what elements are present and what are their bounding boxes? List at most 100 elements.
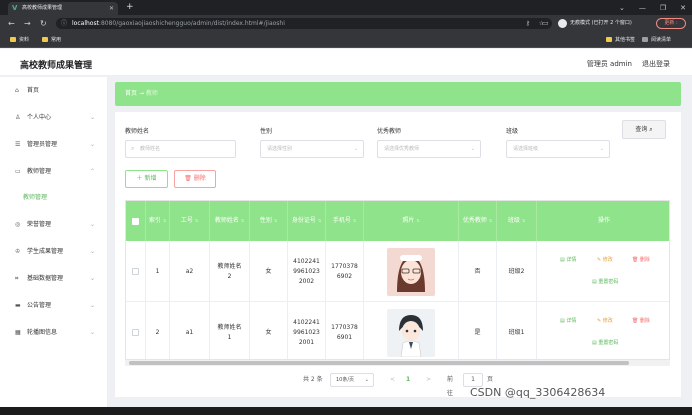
- incognito-icon: [558, 19, 567, 28]
- window-controls: ⌄ — ❐ ✕: [619, 0, 686, 15]
- cell-id-card: 4102241 9961023 2002: [288, 241, 326, 302]
- table-horizontal-scrollbar[interactable]: [125, 360, 670, 366]
- cell-job-no: a1: [170, 302, 210, 359]
- sidebar-item-carousel[interactable]: ▦ 轮播图信息 ⌄: [0, 319, 107, 346]
- sort-icon: ⇅: [162, 218, 167, 223]
- forward-icon[interactable]: →: [24, 18, 31, 29]
- restore-icon[interactable]: ❐: [660, 4, 666, 12]
- folder-icon: [606, 37, 612, 42]
- sidebar-item-personal[interactable]: ♙ 个人中心 ⌄: [0, 104, 107, 131]
- col-header-index[interactable]: 索引 ⇅: [146, 201, 170, 241]
- batch-delete-button[interactable]: 🗑 删除: [174, 170, 216, 188]
- col-header-name[interactable]: 教师姓名 ⇅: [210, 201, 250, 241]
- incognito-indicator[interactable]: 无痕模式 (已打开 2 个窗口): [558, 18, 632, 29]
- goto-page-input[interactable]: 1: [463, 373, 483, 387]
- teacher-photo[interactable]: [387, 308, 435, 357]
- teacher-photo[interactable]: [387, 247, 435, 296]
- row-select-cell: [126, 302, 146, 359]
- sidebar-item-teacher[interactable]: ▭ 教师管理 ⌃: [0, 158, 107, 185]
- teacher-table: 索引 ⇅ 工号 ⇅ 教师姓名 ⇅ 性别 ⇅ 身份证号 ⇅ 手机号 ⇅ 照片 ⇅ 优秀教师 ⇅ 班…: [125, 200, 670, 360]
- close-window-icon[interactable]: ✕: [680, 4, 686, 12]
- chevron-down-icon: ⌄: [89, 329, 95, 336]
- col-header-excellent[interactable]: 优秀教师 ⇅: [459, 201, 497, 241]
- col-header-class[interactable]: 班级 ⇅: [497, 201, 537, 241]
- query-button[interactable]: 查询 ⌕: [622, 120, 666, 139]
- logout-link[interactable]: 退出登录: [642, 59, 670, 69]
- select-all-checkbox[interactable]: [132, 217, 139, 225]
- bookmark-folder[interactable]: 常用: [42, 35, 61, 45]
- extensions-icon[interactable]: ▭: [542, 18, 549, 29]
- address-bar[interactable]: ⓘ localhost:8080/gaoxiaojiaoshichengguo/…: [56, 18, 552, 29]
- row-checkbox[interactable]: [132, 329, 139, 336]
- page-number-current[interactable]: 1: [406, 373, 410, 387]
- col-header-id-card[interactable]: 身份证号 ⇅: [288, 201, 326, 241]
- scrollbar-thumb[interactable]: [129, 361, 629, 365]
- edit-button[interactable]: ✎ 修改: [597, 317, 613, 324]
- cell-name: 教师姓名 1: [210, 302, 250, 359]
- row-select-cell: [126, 241, 146, 302]
- sidebar-subitem-teacher-management[interactable]: 教师管理: [0, 185, 107, 211]
- tab-search-icon[interactable]: ⌄: [619, 4, 625, 12]
- sidebar-item-student-achievement[interactable]: ♔ 学生成果管理 ⌄: [0, 238, 107, 265]
- reload-icon[interactable]: ↻: [40, 18, 47, 29]
- trophy-icon: ♔: [15, 248, 21, 255]
- chevron-down-icon: ⌄: [599, 146, 604, 152]
- col-header-gender[interactable]: 性别 ⇅: [250, 201, 288, 241]
- sliders-icon: ☰: [15, 141, 21, 148]
- bookmark-folder[interactable]: 资料: [10, 35, 29, 45]
- col-header-photo[interactable]: 照片 ⇅: [364, 201, 459, 241]
- detail-button[interactable]: ▤ 详情: [560, 256, 576, 263]
- reset-password-button[interactable]: ▤ 重置密码: [592, 278, 618, 285]
- sidebar-item-basic-data[interactable]: ⌗ 基础数据管理 ⌄: [0, 265, 107, 292]
- class-select[interactable]: 请选择班级 ⌄: [506, 140, 610, 158]
- sidebar-item-notice[interactable]: ▬ 公告管理 ⌄: [0, 292, 107, 319]
- site-info-icon[interactable]: ⓘ: [61, 18, 67, 29]
- reset-password-button[interactable]: ▤ 重置密码: [592, 339, 618, 346]
- sort-icon: ⇅: [521, 218, 526, 223]
- col-header-job-no[interactable]: 工号 ⇅: [170, 201, 210, 241]
- content-panel: 教师姓名 ⌕ 教师姓名 性别 请选择性别 ⌄ 优秀教师 请选择优秀教师 ⌄ 班级…: [115, 112, 681, 397]
- back-icon[interactable]: ←: [8, 18, 15, 29]
- delete-button[interactable]: 🗑 删除: [632, 317, 650, 324]
- breadcrumb-home[interactable]: 首页: [125, 90, 137, 97]
- delete-button[interactable]: 🗑 删除: [632, 256, 650, 263]
- reading-list-icon: [642, 37, 648, 42]
- update-button[interactable]: 更新 :: [656, 18, 686, 29]
- sort-icon: ⇅: [273, 218, 278, 223]
- sort-icon: ⇅: [416, 218, 420, 223]
- page-size-select[interactable]: 10条/页 ⌄: [330, 373, 374, 387]
- teacher-name-input[interactable]: ⌕ 教师姓名: [125, 140, 236, 158]
- prev-page-button[interactable]: <: [390, 373, 395, 387]
- edit-button[interactable]: ✎ 修改: [597, 256, 613, 263]
- chevron-down-icon: ⌄: [89, 302, 95, 309]
- chevron-down-icon: ⌄: [89, 141, 95, 148]
- new-tab-button[interactable]: +: [126, 1, 134, 13]
- medal-icon: ◎: [15, 221, 21, 228]
- tab-close-icon[interactable]: ✕: [109, 2, 114, 15]
- excellent-teacher-select[interactable]: 请选择优秀教师 ⌄: [377, 140, 481, 158]
- add-button[interactable]: ＋ 新增: [125, 170, 168, 188]
- reading-list[interactable]: 阅读清单: [642, 35, 671, 45]
- bookmarks-bar: 资料 常用 其他书签 阅读清单: [0, 32, 692, 48]
- browser-tab[interactable]: V 高校教师成果管理 ✕: [8, 2, 118, 15]
- col-header-phone[interactable]: 手机号 ⇅: [326, 201, 364, 241]
- chevron-down-icon: ⌄: [364, 377, 369, 383]
- next-page-button[interactable]: >: [426, 373, 431, 387]
- search-icon: ⌕: [131, 145, 135, 152]
- select-placeholder: 请选择性别: [267, 146, 293, 152]
- sidebar-item-admin[interactable]: ☰ 管理员管理 ⌄: [0, 131, 107, 158]
- sidebar-item-home[interactable]: ⌂ 首页: [0, 77, 107, 104]
- key-icon[interactable]: ⚷: [526, 18, 530, 29]
- sort-icon: ⇅: [240, 218, 245, 223]
- sidebar-item-label: 基础数据管理: [27, 275, 64, 282]
- minimize-icon[interactable]: —: [639, 4, 646, 12]
- grid-icon: ▦: [15, 329, 21, 336]
- gender-select[interactable]: 请选择性别 ⌄: [260, 140, 364, 158]
- tab-title: 高校教师成果管理: [22, 5, 63, 11]
- bookmark-folder[interactable]: 其他书签: [606, 35, 635, 45]
- filter-gender-label: 性别: [260, 128, 273, 135]
- sort-icon: ⇅: [317, 218, 322, 223]
- row-checkbox[interactable]: [132, 268, 139, 275]
- sidebar-item-honor[interactable]: ◎ 荣誉管理 ⌄: [0, 211, 107, 238]
- detail-button[interactable]: ▤ 详情: [560, 317, 576, 324]
